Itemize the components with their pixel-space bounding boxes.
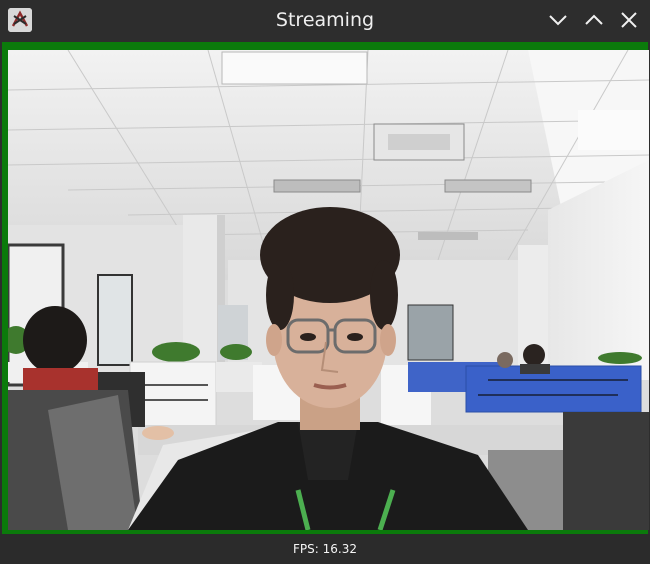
status-bar: FPS: 16.32 [0,534,650,564]
app-window: Streaming FPS: 16.32 [0,0,650,564]
close-icon [621,12,637,28]
title-bar[interactable]: Streaming [0,0,650,40]
maximize-button[interactable] [582,8,606,32]
video-stream [8,50,649,530]
chevron-down-icon [549,15,567,26]
webcam-frame-image [8,50,649,530]
chevron-up-icon [585,14,603,25]
fps-counter: FPS: 16.32 [293,542,357,556]
close-button[interactable] [617,8,641,32]
minimize-button[interactable] [546,8,570,32]
